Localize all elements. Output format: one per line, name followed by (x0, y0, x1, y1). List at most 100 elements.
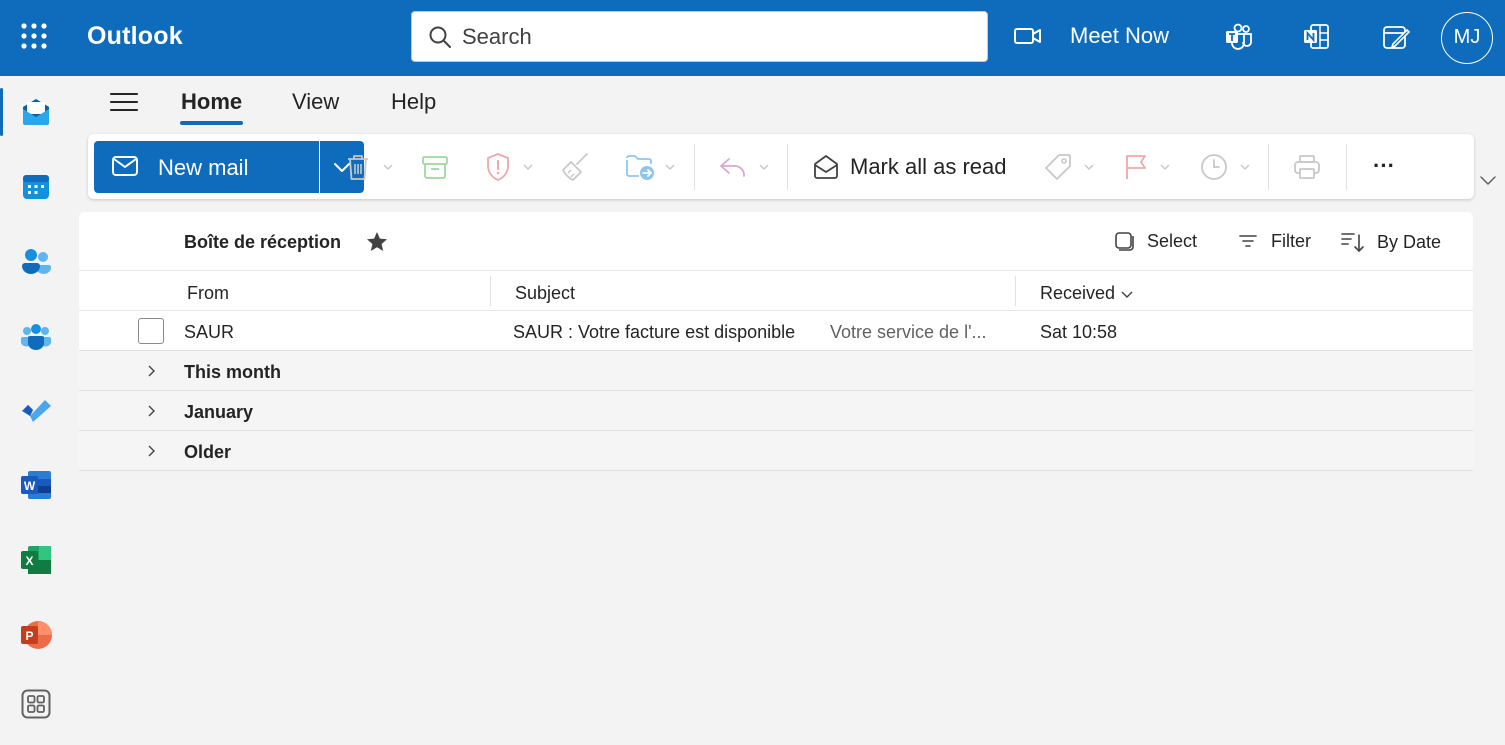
column-received[interactable]: Received (1040, 283, 1134, 304)
svg-text:W: W (24, 479, 36, 493)
message-received: Sat 10:58 (1040, 322, 1118, 342)
message-from: SAUR (184, 322, 235, 342)
archive-icon (422, 156, 448, 179)
chevron-down-icon (759, 164, 769, 171)
chevron-right-icon (148, 445, 155, 457)
rail-people[interactable] (16, 241, 56, 281)
video-camera-icon[interactable] (1013, 24, 1043, 48)
folder-move-icon (626, 155, 654, 180)
tab-home[interactable]: Home (181, 89, 242, 115)
teams-icon[interactable] (1224, 22, 1254, 52)
flag-button[interactable] (1123, 149, 1171, 185)
column-subject[interactable]: Subject (515, 283, 575, 304)
reply-icon (720, 158, 745, 177)
chevron-down-icon (665, 164, 675, 171)
flag-icon (1126, 155, 1146, 179)
ribbon-separator (787, 144, 788, 190)
rail-calendar[interactable] (16, 166, 56, 206)
hamburger-menu-icon[interactable] (108, 88, 140, 116)
rail-word[interactable]: W (16, 465, 56, 505)
column-divider[interactable] (1015, 276, 1016, 306)
filter-button[interactable]: Filter (1237, 230, 1311, 252)
chevron-right-icon (148, 365, 155, 377)
group-label: This month (184, 362, 281, 382)
chevron-down-icon (523, 164, 533, 171)
tab-view[interactable]: View (292, 89, 339, 115)
chevron-down-icon (1240, 164, 1250, 171)
ribbon-separator (1346, 144, 1347, 190)
tab-help[interactable]: Help (391, 89, 436, 115)
categorize-button[interactable] (1043, 149, 1095, 185)
mark-all-read-button[interactable]: Mark all as read (812, 149, 1007, 185)
sort-chevron-down-icon (1121, 291, 1133, 298)
report-button[interactable] (484, 149, 534, 185)
rail-active-indicator (0, 88, 3, 136)
filter-icon (1239, 235, 1257, 247)
message-subject: SAUR : Votre facture est disponible (513, 322, 796, 342)
print-button[interactable] (1292, 149, 1322, 185)
delete-button[interactable] (344, 149, 394, 185)
mark-all-read-label: Mark all as read (850, 154, 1007, 179)
rail-mail[interactable] (16, 92, 56, 132)
group-header-this-month[interactable]: This month (79, 351, 1473, 391)
message-preview: Votre service de l'... (830, 322, 987, 342)
envelope-open-icon (814, 155, 838, 179)
top-bar: Outlook Meet Now MJ (0, 0, 1505, 76)
group-header-january[interactable]: January (79, 391, 1473, 431)
groups-app-icon (21, 324, 51, 350)
sort-button[interactable]: By Date (1339, 230, 1441, 254)
search-box[interactable] (411, 11, 988, 62)
tag-icon (1045, 154, 1071, 180)
active-tab-indicator (180, 121, 243, 125)
meet-now-button[interactable]: Meet Now (1070, 23, 1169, 49)
rail-powerpoint[interactable]: P (16, 615, 56, 655)
app-rail: W X P (0, 76, 76, 745)
broom-icon (562, 153, 588, 181)
archive-button[interactable] (421, 149, 449, 185)
app-launcher-icon[interactable] (20, 22, 48, 50)
reply-button[interactable] (718, 149, 770, 185)
onenote-icon[interactable] (1302, 22, 1332, 52)
svg-text:P: P (25, 629, 33, 643)
rail-todo[interactable] (16, 390, 56, 430)
app-title[interactable]: Outlook (87, 22, 183, 51)
select-label: Select (1147, 230, 1198, 251)
favorite-star-icon[interactable] (365, 230, 389, 254)
todo-check-icon (22, 400, 51, 422)
chevron-right-icon (148, 405, 155, 417)
message-checkbox[interactable] (138, 318, 164, 344)
column-header-row: From Subject Received (79, 270, 1473, 311)
svg-text:X: X (25, 554, 33, 568)
select-button[interactable]: Select (1113, 230, 1197, 252)
group-header-older[interactable]: Older (79, 431, 1473, 471)
column-received-label: Received (1040, 283, 1116, 303)
group-label: Older (184, 442, 232, 462)
message-row[interactable]: SAUR SAUR : Votre facture est disponible… (79, 311, 1473, 351)
my-day-icon[interactable] (1381, 22, 1411, 52)
sort-label: By Date (1377, 231, 1442, 252)
snooze-button[interactable] (1199, 149, 1251, 185)
more-options-button[interactable]: ··· (1373, 148, 1395, 184)
column-from[interactable]: From (187, 283, 229, 304)
command-ribbon: New mail Mark all as read ··· (88, 134, 1474, 199)
column-divider[interactable] (490, 276, 491, 306)
move-to-button[interactable] (624, 149, 676, 185)
search-input[interactable] (462, 21, 962, 53)
avatar[interactable]: MJ (1441, 12, 1493, 64)
calendar-app-icon (23, 175, 49, 199)
sweep-button[interactable] (561, 149, 591, 185)
new-mail-button[interactable]: New mail (94, 141, 319, 193)
clock-icon (1201, 154, 1227, 180)
filter-label: Filter (1271, 230, 1311, 251)
shield-alert-icon (487, 153, 509, 181)
powerpoint-icon: P (21, 621, 52, 649)
rail-groups[interactable] (16, 316, 56, 356)
sort-icon (1341, 233, 1364, 253)
rail-more-apps[interactable] (16, 684, 56, 724)
excel-icon: X (21, 546, 51, 574)
select-checkbox-icon (1115, 232, 1134, 251)
ribbon-separator (694, 144, 695, 190)
message-list: Boîte de réception Select Filter By Date… (79, 212, 1473, 745)
ribbon-expand-chevron-icon[interactable] (1478, 172, 1498, 188)
rail-excel[interactable]: X (16, 540, 56, 580)
